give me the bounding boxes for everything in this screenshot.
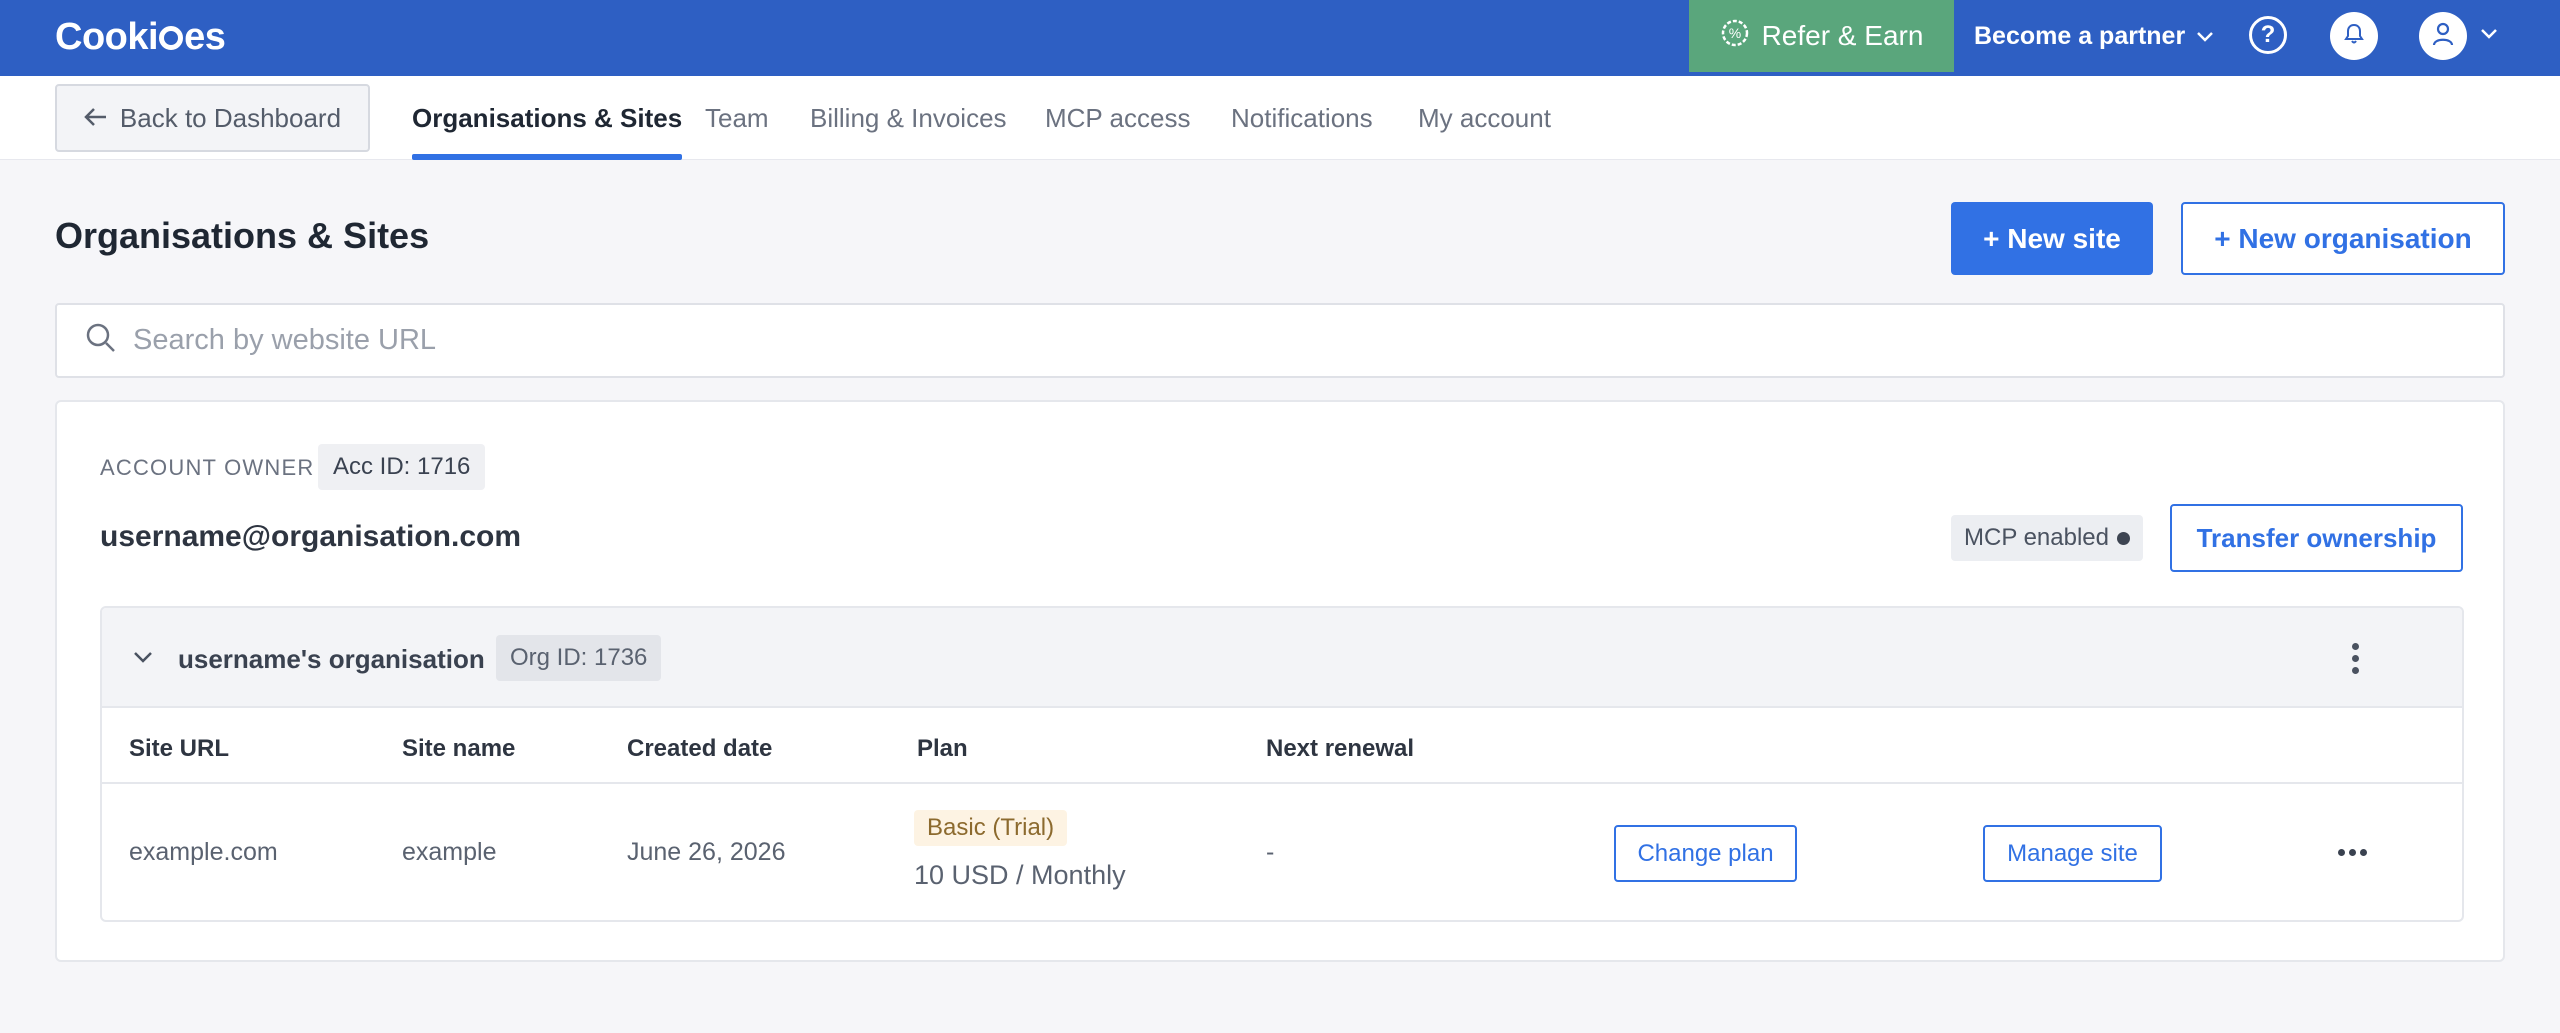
tab-my-account[interactable]: My account: [1418, 76, 1551, 160]
refer-icon: %: [1720, 18, 1750, 55]
tab-mcp-access[interactable]: MCP access: [1045, 76, 1190, 160]
chevron-down-icon: [2479, 27, 2499, 46]
kebab-vertical-icon[interactable]: [2335, 638, 2375, 678]
sub-navigation: Back to Dashboard Organisations & Sites …: [0, 76, 2560, 160]
column-header-created-date: Created date: [627, 735, 773, 762]
svg-text:%: %: [1728, 25, 1740, 41]
logo-eye-icon: [159, 26, 184, 50]
mcp-status-label: MCP enabled: [1964, 524, 2109, 551]
organisation-section: username's organisation Org ID: 1736 Sit…: [100, 606, 2464, 922]
search-input[interactable]: [133, 324, 2333, 357]
become-partner-label: Become a partner: [1974, 21, 2186, 50]
logo-text-start: Cooki: [55, 15, 159, 58]
back-to-dashboard-label: Back to Dashboard: [119, 102, 342, 133]
plan-badge: Basic (Trial): [914, 810, 1068, 846]
site-url-cell[interactable]: example.com: [129, 838, 278, 867]
user-icon: [2432, 22, 2454, 51]
account-id-badge: Acc ID: 1716: [318, 444, 486, 490]
refer-earn-button[interactable]: % Refer & Earn: [1689, 0, 1954, 72]
created-date-cell: June 26, 2026: [627, 838, 786, 866]
change-plan-button[interactable]: Change plan: [1614, 825, 1797, 882]
tab-billing-invoices[interactable]: Billing & Invoices: [810, 76, 1007, 160]
organisation-header: username's organisation Org ID: 1736: [102, 608, 2462, 708]
refer-earn-label: Refer & Earn: [1761, 20, 1924, 51]
tab-team[interactable]: Team: [705, 76, 769, 160]
chevron-down-icon: [132, 650, 154, 669]
top-bar: Cooki es % Refer & Earn Become a partner …: [0, 0, 2560, 76]
column-header-site-name: Site name: [402, 735, 516, 762]
search-icon: [85, 322, 117, 359]
column-header-site-url: Site URL: [129, 735, 230, 762]
column-header-plan: Plan: [917, 735, 968, 762]
collapse-toggle[interactable]: [128, 644, 158, 674]
back-to-dashboard-button[interactable]: Back to Dashboard: [55, 84, 370, 152]
chevron-down-icon: [2195, 22, 2215, 51]
account-owner-label: ACCOUNT OWNER: [100, 455, 315, 480]
logo-text-end: es: [184, 15, 226, 58]
account-card: ACCOUNT OWNER Acc ID: 1716 username@orga…: [55, 400, 2505, 962]
bell-icon: [2344, 23, 2364, 50]
status-dot-icon: [2116, 531, 2130, 545]
more-horizontal-icon[interactable]: [2332, 840, 2372, 864]
manage-site-button[interactable]: Manage site: [1983, 825, 2162, 882]
cookieyes-logo[interactable]: Cooki es: [55, 15, 226, 59]
new-site-button[interactable]: + New site: [1951, 202, 2153, 275]
plan-price: 10 USD / Monthly: [914, 860, 1126, 890]
owner-email: username@organisation.com: [100, 520, 522, 553]
new-organisation-button[interactable]: + New organisation: [2181, 202, 2505, 275]
arrow-left-icon: [84, 103, 108, 134]
column-header-next-renewal: Next renewal: [1266, 735, 1415, 762]
become-partner-dropdown[interactable]: Become a partner: [1974, 0, 2215, 72]
tab-notifications[interactable]: Notifications: [1231, 76, 1373, 160]
transfer-ownership-button[interactable]: Transfer ownership: [2170, 504, 2463, 572]
search-bar: [55, 303, 2505, 378]
site-name-cell: example: [402, 838, 497, 866]
avatar: [2419, 12, 2467, 60]
next-renewal-cell: -: [1266, 838, 1275, 866]
notifications-bell-button[interactable]: [2330, 12, 2378, 60]
organisation-name: username's organisation: [178, 644, 485, 674]
help-icon[interactable]: ?: [2249, 16, 2287, 54]
user-menu[interactable]: [2419, 12, 2499, 60]
mcp-status-badge: MCP enabled: [1951, 515, 2143, 561]
divider: [102, 782, 2462, 784]
organisation-id-badge: Org ID: 1736: [496, 635, 662, 681]
page-title: Organisations & Sites: [55, 215, 430, 256]
tab-organisations-sites[interactable]: Organisations & Sites: [412, 76, 683, 160]
